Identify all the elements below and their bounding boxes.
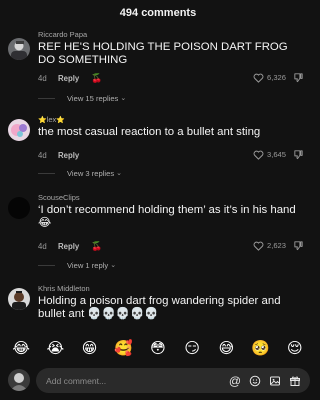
comments-header: 494 comments	[0, 0, 316, 26]
comment-text: the most casual reaction to a bullet ant…	[38, 126, 261, 138]
heart-outline-icon[interactable]	[253, 241, 264, 251]
chevron-down-icon: ⌄	[110, 262, 117, 269]
emoji-button[interactable]: 🥰	[113, 339, 135, 357]
avatar[interactable]	[8, 288, 30, 310]
avatar[interactable]	[8, 197, 30, 219]
comments-count-title: 494 comments	[119, 7, 197, 19]
comment-username[interactable]: Khris Middleton	[38, 284, 306, 294]
creator-liked-badge: 🍒	[91, 72, 103, 83]
chevron-down-icon: ⌄	[116, 170, 123, 177]
comment-item: ScouseClips ‘I don’t recommend holding t…	[0, 193, 316, 273]
image-icon[interactable]	[268, 374, 282, 388]
dislike-icon[interactable]	[293, 149, 304, 160]
heart-outline-icon[interactable]	[253, 73, 264, 83]
comment-input-row: Add comment... @	[0, 366, 316, 396]
comment-text: REF HE'S HOLDING THE POISON DART FROG DO…	[38, 41, 288, 66]
emoji-button[interactable]: 😅	[215, 339, 237, 357]
view-replies-label: View 1 reply	[67, 260, 109, 270]
emoji-button[interactable]: 😳	[147, 339, 169, 357]
view-replies-label: View 15 replies	[67, 93, 119, 103]
emoji-quick-bar: 😂 😭 😁 🥰 😳 😏 😅 🥺 😌	[0, 336, 316, 360]
comment-username[interactable]: ⭐lex⭐	[38, 115, 306, 125]
view-replies-button[interactable]: View 1 reply ⌄	[38, 259, 116, 271]
emoji-button[interactable]: 😁	[79, 339, 101, 357]
reply-button[interactable]: Reply	[58, 151, 79, 160]
chevron-down-icon: ⌄	[120, 95, 127, 102]
emoji-button[interactable]: 😂	[10, 339, 32, 357]
comment-input[interactable]: Add comment... @	[36, 368, 310, 393]
emoji-icon[interactable]	[248, 374, 262, 388]
star-icon: ⭐	[38, 117, 47, 124]
comment-username[interactable]: ScouseClips	[38, 193, 306, 203]
username-text: lex	[46, 115, 57, 124]
reply-button[interactable]: Reply	[58, 242, 79, 251]
mention-icon[interactable]: @	[228, 374, 242, 388]
heart-outline-icon[interactable]	[253, 150, 264, 160]
comment-username[interactable]: Riccardo Papa	[38, 30, 306, 40]
reply-button[interactable]: Reply	[58, 74, 79, 83]
creator-liked-badge: 🍒	[91, 240, 103, 251]
comment-item: ⭐lex⭐ the most casual reaction to a bull…	[0, 115, 316, 181]
emoji-button[interactable]: 😌	[284, 339, 306, 357]
dislike-icon[interactable]	[293, 240, 304, 251]
like-count: 6,326	[266, 73, 286, 82]
emoji-button[interactable]: 😭	[44, 339, 66, 357]
replies-divider	[38, 264, 55, 266]
comment-item: Riccardo Papa REF HE'S HOLDING THE POISO…	[0, 30, 316, 108]
emoji-button[interactable]: 🥺	[250, 339, 272, 357]
comment-age: 4d	[38, 241, 47, 251]
comment-age: 4d	[38, 73, 47, 83]
star-icon: ⭐	[56, 117, 66, 124]
like-count: 3,645	[266, 150, 286, 159]
emoji-button[interactable]: 😏	[181, 339, 203, 357]
avatar[interactable]	[8, 119, 30, 141]
comment-text: Holding a poison dart frog wandering spi…	[38, 295, 281, 320]
comment-input-placeholder: Add comment...	[46, 375, 107, 386]
replies-divider	[38, 172, 55, 174]
dislike-icon[interactable]	[293, 72, 304, 83]
view-replies-label: View 3 replies	[67, 168, 115, 178]
avatar[interactable]	[8, 38, 30, 60]
gift-icon[interactable]	[288, 374, 302, 388]
comment-age: 4d	[38, 150, 47, 160]
my-avatar	[8, 369, 30, 391]
view-replies-button[interactable]: View 3 replies ⌄	[38, 167, 122, 179]
comment-text: ‘I don’t recommend holding them’ as it’s…	[38, 204, 296, 229]
comment-item: Khris Middleton Holding a poison dart fr…	[0, 284, 316, 332]
replies-divider	[38, 97, 55, 99]
view-replies-button[interactable]: View 15 replies ⌄	[38, 92, 126, 104]
like-count: 2,623	[266, 241, 286, 250]
